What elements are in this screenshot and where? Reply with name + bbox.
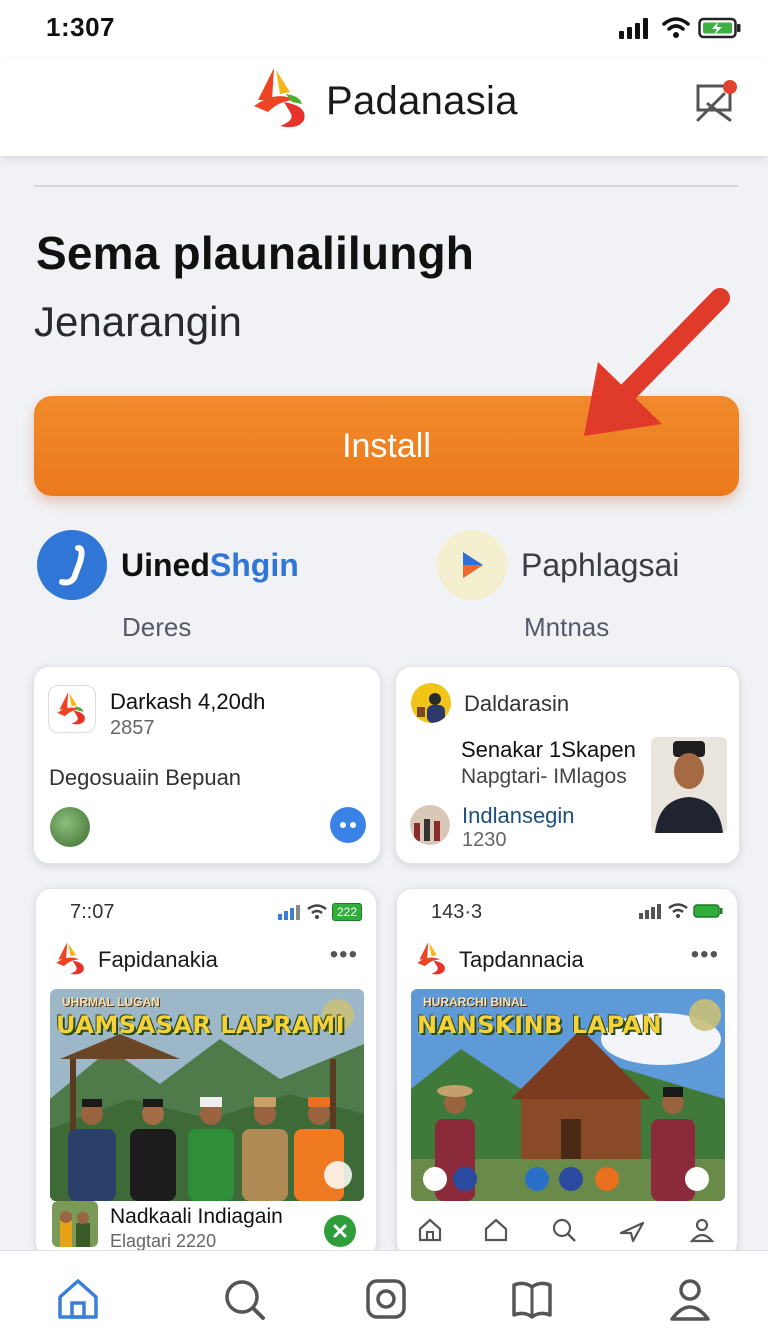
card-count: 2857 bbox=[110, 717, 155, 739]
related-app-sub: Mntnas bbox=[524, 612, 610, 642]
banner-kicker: HURARCHI BINAL bbox=[423, 995, 527, 1009]
page-title: Sema plaunalilungh bbox=[36, 227, 475, 279]
home-icon[interactable] bbox=[417, 1217, 443, 1248]
avatar bbox=[50, 807, 90, 847]
preview-app-title: Tapdannacia bbox=[459, 947, 584, 972]
more-icon[interactable] bbox=[330, 807, 366, 843]
app-j-icon bbox=[37, 530, 107, 600]
banner-title: NANSKINB LAPAN bbox=[417, 1011, 663, 1039]
divider bbox=[34, 185, 738, 187]
more-options-icon[interactable]: ••• bbox=[330, 941, 358, 969]
related-app-name: UinedShgin bbox=[121, 546, 299, 583]
preview-banner[interactable]: UHRMAL LUGAN UAMSASAR LAPRAMI bbox=[50, 989, 364, 1201]
avatar bbox=[411, 683, 451, 723]
app-header: Padanasia bbox=[0, 58, 768, 156]
banner-kicker: UHRMAL LUGAN bbox=[62, 995, 160, 1009]
signal-icon bbox=[618, 16, 654, 45]
preview-footer-sub: Elagtari 2220 bbox=[110, 1231, 217, 1251]
nav-book-icon[interactable] bbox=[506, 1273, 558, 1325]
related-app-uinedshgin[interactable]: UinedShgin bbox=[37, 530, 299, 600]
info-card-left[interactable]: Darkash 4,20dh 2857 Degosuaiin Bepuan bbox=[33, 666, 381, 864]
card-subtitle: Napgtari- IMlagos bbox=[461, 765, 627, 788]
card-title: Senakar 1Skapen bbox=[461, 737, 636, 762]
preview-status-icons bbox=[639, 903, 723, 919]
preview-banner[interactable]: HURARCHI BINAL NANSKINB LAPAN bbox=[411, 989, 725, 1201]
plane-icon[interactable] bbox=[619, 1217, 645, 1248]
wifi-icon bbox=[662, 16, 690, 45]
app-name: Padanasia bbox=[326, 79, 518, 123]
preview-time: 7::07 bbox=[70, 901, 115, 923]
house-icon[interactable] bbox=[483, 1217, 509, 1248]
preview-battery: 222 bbox=[331, 903, 362, 921]
page-subtitle: Jenarangin bbox=[34, 298, 242, 345]
install-button[interactable]: Install bbox=[34, 396, 739, 496]
related-app-sub: Deres bbox=[122, 612, 192, 642]
preview-app-bar: Tapdannacia ••• bbox=[397, 937, 737, 985]
preview-card-left[interactable]: 7::07 222 Fapidanakia ••• UHRMAL LUGAN U… bbox=[35, 888, 377, 1258]
more-options-icon[interactable]: ••• bbox=[691, 941, 719, 969]
card-count: 1230 bbox=[462, 829, 507, 851]
preview-footer-title: Nadkaali Indiagain bbox=[110, 1205, 283, 1228]
app-logo-icon bbox=[415, 941, 449, 982]
related-app-name: Paphlagsai bbox=[521, 546, 680, 583]
preview-time: 143·3 bbox=[431, 901, 483, 923]
app-logo-icon bbox=[48, 685, 96, 733]
nav-camera-icon[interactable] bbox=[360, 1273, 412, 1325]
bottom-nav bbox=[0, 1250, 768, 1344]
search-icon[interactable] bbox=[551, 1217, 577, 1248]
related-app-paphlagsai[interactable]: Paphlagsai bbox=[437, 530, 679, 600]
play-icon bbox=[437, 530, 507, 600]
banner-title: UAMSASAR LAPRAMI bbox=[56, 1011, 346, 1039]
preview-card-right[interactable]: 143·3 Tapdannacia ••• HURARCHI BINAL NAN… bbox=[396, 888, 738, 1258]
app-logo-icon bbox=[54, 941, 88, 982]
thumbnail bbox=[52, 1201, 98, 1247]
card-header: Daldarasin bbox=[464, 691, 570, 716]
nav-home-icon[interactable] bbox=[52, 1273, 104, 1325]
preview-app-title: Fapidanakia bbox=[98, 947, 218, 972]
preview-status-bar: 7::07 222 bbox=[36, 889, 376, 933]
card-title: Darkash 4,20dh bbox=[110, 689, 266, 714]
info-card-right[interactable]: Daldarasin Senakar 1Skapen Napgtari- IMl… bbox=[395, 666, 740, 864]
preview-status-bar: 143·3 bbox=[397, 889, 737, 933]
status-time: 1:307 bbox=[46, 12, 115, 42]
battery-icon bbox=[698, 16, 742, 45]
card-link[interactable]: Indlansegin bbox=[462, 803, 575, 829]
close-icon[interactable] bbox=[324, 1215, 356, 1247]
nav-search-icon[interactable] bbox=[218, 1273, 270, 1325]
card-description: Degosuaiin Bepuan bbox=[49, 765, 242, 790]
notification-icon[interactable] bbox=[694, 78, 740, 124]
preview-app-bar: Fapidanakia ••• bbox=[36, 937, 376, 985]
status-bar: 1:307 bbox=[0, 0, 768, 58]
profile-photo bbox=[651, 737, 727, 833]
app-logo-icon bbox=[250, 66, 312, 137]
brand: Padanasia bbox=[250, 66, 518, 137]
avatar bbox=[410, 805, 450, 845]
preview-status-icons: 222 bbox=[277, 903, 362, 921]
profile-icon[interactable] bbox=[689, 1217, 715, 1248]
nav-profile-icon[interactable] bbox=[664, 1273, 716, 1325]
status-icons bbox=[618, 16, 742, 45]
